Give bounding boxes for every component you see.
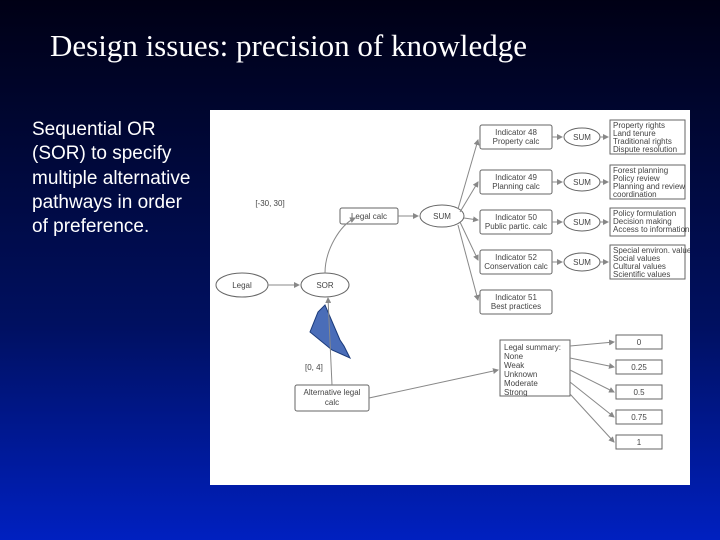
svg-text:Legal summary:: Legal summary: — [504, 343, 561, 352]
svg-text:Public partic. calc: Public partic. calc — [485, 222, 547, 231]
svg-text:Strong: Strong — [504, 388, 528, 397]
sum-center-label: SUM — [433, 212, 451, 221]
right-text-1: Forest planning Policy review Planning a… — [610, 165, 685, 199]
sum-48: SUM — [564, 128, 600, 146]
svg-text:Scientific values: Scientific values — [613, 270, 670, 279]
svg-text:Indicator 48: Indicator 48 — [495, 128, 537, 137]
indicator-51: Indicator 51 Best practices — [480, 290, 552, 314]
indicator-48: Indicator 48 Property calc — [480, 125, 552, 149]
svg-text:Access to information: Access to information — [613, 225, 689, 234]
right-text-2: Policy formulation Decision making Acces… — [610, 208, 689, 236]
svg-text:Planning calc: Planning calc — [492, 182, 540, 191]
svg-text:Weak: Weak — [504, 361, 525, 370]
svg-text:Conservation calc: Conservation calc — [484, 262, 548, 271]
alt-legal-label-1: Alternative legal — [304, 388, 361, 397]
indicator-49: Indicator 49 Planning calc — [480, 170, 552, 194]
sum-50: SUM — [564, 213, 600, 231]
right-text-3: Special environ. values Social values Cu… — [610, 245, 690, 279]
input-legal-range: [-30, 30] — [255, 199, 284, 208]
svg-text:1: 1 — [637, 438, 642, 447]
svg-text:SUM: SUM — [573, 178, 591, 187]
svg-text:Property calc: Property calc — [493, 137, 540, 146]
slide: Design issues: precision of knowledge Se… — [0, 0, 720, 540]
scale-4: 1 — [616, 435, 662, 449]
legal-calc-label: Legal calc — [351, 212, 387, 221]
svg-text:Indicator 52: Indicator 52 — [495, 253, 537, 262]
svg-text:Indicator 50: Indicator 50 — [495, 213, 537, 222]
sum-49: SUM — [564, 173, 600, 191]
svg-text:Dispute resolution: Dispute resolution — [613, 145, 677, 154]
scale-0: 0 — [616, 335, 662, 349]
svg-text:0.5: 0.5 — [633, 388, 645, 397]
scale-3: 0.75 — [616, 410, 662, 424]
indicator-50: Indicator 50 Public partic. calc — [480, 210, 552, 234]
svg-text:0: 0 — [637, 338, 642, 347]
svg-text:Best practices: Best practices — [491, 302, 541, 311]
alt-legal-range: [0, 4] — [305, 363, 323, 372]
svg-text:SUM: SUM — [573, 218, 591, 227]
sum-52: SUM — [564, 253, 600, 271]
svg-text:SUM: SUM — [573, 133, 591, 142]
svg-text:coordination: coordination — [613, 190, 657, 199]
sor-label: SOR — [316, 281, 334, 290]
svg-text:0.75: 0.75 — [631, 413, 647, 422]
svg-text:Unknown: Unknown — [504, 370, 537, 379]
alt-legal-label-2: calc — [325, 398, 339, 407]
svg-text:Moderate: Moderate — [504, 379, 538, 388]
input-legal-label: Legal — [232, 281, 252, 290]
scale-2: 0.5 — [616, 385, 662, 399]
svg-text:None: None — [504, 352, 524, 361]
scale-1: 0.25 — [616, 360, 662, 374]
svg-text:SUM: SUM — [573, 258, 591, 267]
legal-summary-box: Legal summary: None Weak Unknown Moderat… — [500, 340, 570, 397]
right-text-0: Property rights Land tenure Traditional … — [610, 120, 685, 154]
svg-text:Indicator 49: Indicator 49 — [495, 173, 537, 182]
slide-body-text: Sequential OR (SOR) to specify multiple … — [32, 118, 200, 240]
svg-text:Indicator 51: Indicator 51 — [495, 293, 537, 302]
indicator-52: Indicator 52 Conservation calc — [480, 250, 552, 274]
svg-text:0.25: 0.25 — [631, 363, 647, 372]
diagram-panel: Legal [-30, 30] SOR Alternative legal ca… — [210, 110, 690, 485]
slide-title: Design issues: precision of knowledge — [50, 28, 680, 64]
